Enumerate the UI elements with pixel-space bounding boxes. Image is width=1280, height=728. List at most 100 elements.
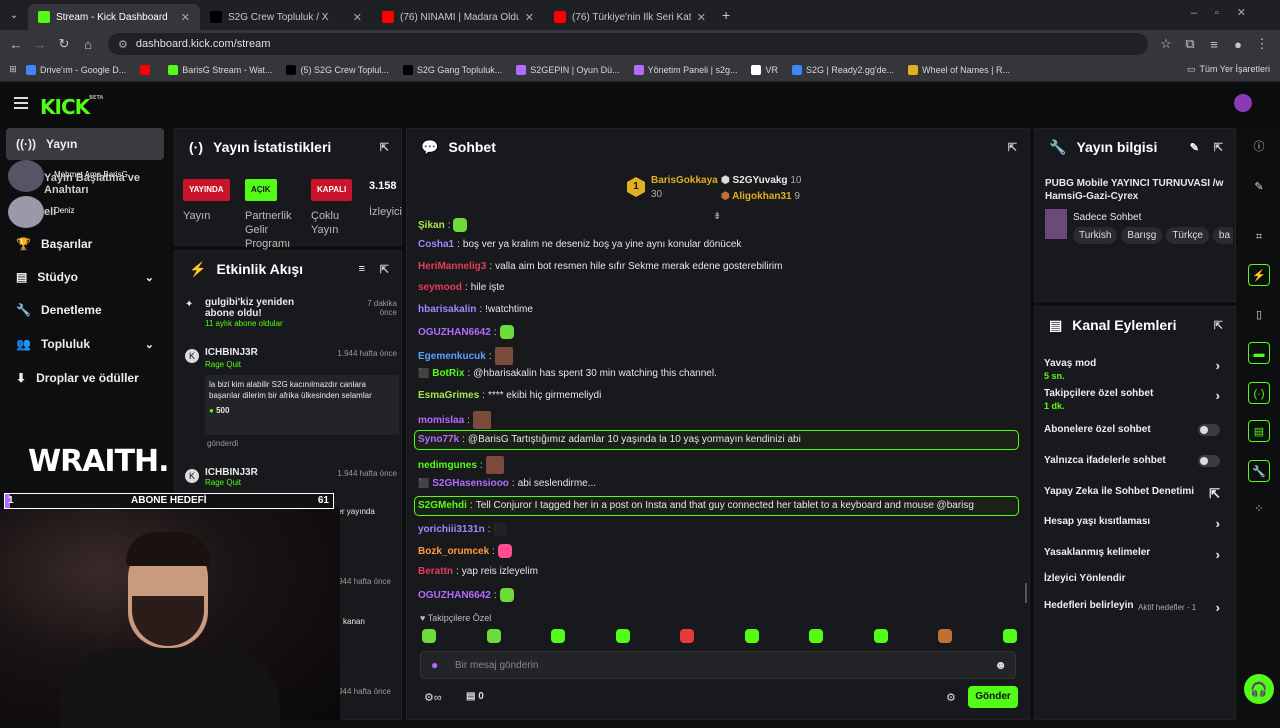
support-icon[interactable]: 🎧 xyxy=(1244,674,1274,704)
tab-close-icon[interactable]: ✕ xyxy=(353,11,362,24)
chat-username[interactable]: S2GMehdi xyxy=(418,500,467,511)
bookmark-item[interactable]: S2G Gang Topluluk... xyxy=(402,64,502,75)
leader-3[interactable]: ⬢ Aligokhan31 9 xyxy=(721,191,800,202)
list-icon[interactable]: ▤ xyxy=(1248,420,1270,442)
chat-username[interactable]: Egemenkucuk xyxy=(418,351,486,362)
chat-username[interactable]: momislaa xyxy=(418,415,464,426)
home-icon[interactable]: ⌂ xyxy=(76,37,100,52)
leader-name[interactable]: BarisGokkaya xyxy=(651,175,718,186)
bolt-icon[interactable]: ⚡ xyxy=(1248,264,1270,286)
tab-close-icon[interactable]: ✕ xyxy=(181,11,190,24)
bookmark-item[interactable]: VR xyxy=(751,64,778,75)
chat-username[interactable]: Cosha1 xyxy=(418,239,454,250)
all-bookmarks[interactable]: ▭ Tüm Yer İşaretleri xyxy=(1187,64,1270,75)
chat-username[interactable]: OGUZHAN6642 xyxy=(418,590,491,601)
stream-tag[interactable]: ba xyxy=(1212,227,1233,244)
emote-icon[interactable] xyxy=(873,629,888,643)
apps-icon[interactable]: ⊞ xyxy=(0,64,26,75)
bookmark-item[interactable]: (5) S2G Crew Toplul... xyxy=(286,64,389,75)
chat-username[interactable]: BotRix xyxy=(432,368,464,379)
wrench-icon[interactable]: 🔧 xyxy=(1248,460,1270,482)
bookmark-item[interactable]: Yönetim Paneli | s2g... xyxy=(633,64,737,75)
channel-action-row[interactable]: Hesap yaşı kısıtlaması › xyxy=(1044,516,1224,531)
channel-action-row[interactable]: Hedefleri belirleyin Aktif hedefler - 1 › xyxy=(1044,600,1224,615)
site-info-icon[interactable]: ⚙ xyxy=(118,38,128,51)
channel-action-row[interactable]: Yavaş mod 5 sn. › xyxy=(1044,358,1224,381)
kick-logo[interactable]: KICKBETA xyxy=(40,95,103,119)
pencil-icon[interactable]: ✎ xyxy=(1248,176,1270,198)
browser-tab[interactable]: Stream - Kick Dashboard ✕ xyxy=(28,4,200,30)
collapse-icon[interactable]: ⇟ xyxy=(713,211,721,222)
stream-tag[interactable]: Barışg xyxy=(1121,227,1163,244)
forward-icon[interactable]: → xyxy=(28,37,52,52)
nodes-icon[interactable]: ⁘ xyxy=(1248,498,1270,520)
emoji-icon[interactable]: ☻ xyxy=(994,658,1007,672)
popout-icon[interactable]: ⇱ xyxy=(380,141,389,154)
toggle-switch[interactable] xyxy=(1198,424,1220,436)
media-icon[interactable]: ≡ xyxy=(1202,37,1226,52)
chat-username[interactable]: hbarisakalin xyxy=(418,304,476,315)
emote-icon[interactable] xyxy=(744,629,759,643)
chat-username[interactable]: yorichiii3131n xyxy=(418,524,485,535)
tab-search-icon[interactable]: ⌄ xyxy=(0,10,28,21)
extensions-icon[interactable]: ⧉ xyxy=(1178,36,1202,52)
nav-studyo[interactable]: ▤ Stüdyo ⌄ xyxy=(6,261,164,293)
toggle-switch[interactable] xyxy=(1198,455,1220,467)
channel-action-row[interactable]: Yapay Zeka ile Sohbet Denetimi ⇱ xyxy=(1044,486,1224,501)
edit-icon[interactable]: ✎ xyxy=(1190,141,1199,154)
stream-tag[interactable]: Türkçe xyxy=(1166,227,1209,244)
window-controls[interactable]: –▫✕ xyxy=(1191,6,1264,19)
reload-icon[interactable]: ↻ xyxy=(52,36,76,52)
chat-input[interactable]: ● Bir mesaj gönderin ☻ xyxy=(420,651,1016,679)
bookmark-star-icon[interactable]: ☆ xyxy=(1154,36,1178,52)
bookmark-item[interactable]: Drive'ım - Google D... xyxy=(26,64,126,75)
bookmark-item[interactable]: S2G | Ready2.gg'de... xyxy=(791,64,894,75)
chat-username[interactable]: S2GHasensiooo xyxy=(432,478,509,489)
url-field[interactable]: ⚙ dashboard.kick.com/stream xyxy=(108,33,1148,55)
nav-denetleme[interactable]: 🔧 Denetleme xyxy=(6,294,164,326)
browser-tab[interactable]: (76) NİNAMİ | Madara Olduk #... ✕ xyxy=(372,4,544,30)
nav-droplar[interactable]: ⬇ Droplar ve ödüller xyxy=(6,362,164,394)
nav-topluluk[interactable]: 👥 Topluluk ⌄ xyxy=(6,328,164,360)
leader-2[interactable]: ⬢ S2GYuvakg 10 xyxy=(721,175,801,186)
menu-hamburger-icon[interactable] xyxy=(14,97,28,109)
popout-icon[interactable]: ⇱ xyxy=(1214,141,1223,154)
channel-action-row[interactable]: Abonelere özel sohbet xyxy=(1044,424,1224,436)
popout-icon[interactable]: ⇱ xyxy=(1008,141,1017,154)
bookmark-item[interactable]: S2GEPIN | Oyun Dü... xyxy=(516,64,620,75)
bookmark-item[interactable]: BarisG Stream - Wat... xyxy=(168,64,272,75)
chat-username[interactable]: OGUZHAN6642 xyxy=(418,327,491,338)
chat-settings-icon[interactable]: ⚙ xyxy=(946,691,956,704)
channel-action-row[interactable]: Takipçilere özel sohbet 1 dk. › xyxy=(1044,388,1224,411)
menu-icon[interactable]: ⋮ xyxy=(1250,36,1274,52)
channel-action-row[interactable]: Yalnızca ifadelerle sohbet xyxy=(1044,455,1224,467)
chat-scrollbar[interactable] xyxy=(1025,583,1027,603)
tab-close-icon[interactable]: ✕ xyxy=(697,11,706,24)
chat-username[interactable]: Berattn xyxy=(418,566,453,577)
popout-icon[interactable]: ⇱ xyxy=(380,263,389,276)
emote-icon[interactable] xyxy=(680,629,694,643)
chat-username[interactable]: seymood xyxy=(418,282,462,293)
chat-tools-icon[interactable]: ⚙∞ xyxy=(424,691,442,704)
popout-icon[interactable]: ⇱ xyxy=(1214,319,1223,332)
chat-username[interactable]: Syno77k xyxy=(418,434,459,445)
document-icon[interactable]: ▯ xyxy=(1248,304,1270,326)
broadcast-icon[interactable]: (·) xyxy=(1248,382,1270,404)
chat-username[interactable]: HeriMannelig3 xyxy=(418,261,486,272)
tab-close-icon[interactable]: ✕ xyxy=(525,11,534,24)
emote-icon[interactable] xyxy=(1002,629,1017,643)
chat-username[interactable]: nedimgunes xyxy=(418,460,477,471)
bookmark-item[interactable] xyxy=(140,64,154,75)
user-avatar[interactable] xyxy=(1234,94,1252,112)
browser-tab[interactable]: (76) Türkiye'nin İlk Seri Katili: Ad... ✕ xyxy=(544,4,716,30)
filter-icon[interactable]: ≡ xyxy=(359,263,365,275)
chat-icon[interactable]: ▬ xyxy=(1248,342,1270,364)
emote-icon[interactable] xyxy=(551,629,565,643)
info-icon[interactable]: ⓘ xyxy=(1248,136,1270,158)
crop-icon[interactable]: ⌗ xyxy=(1248,226,1270,248)
channel-action-row[interactable]: İzleyici Yönlendir xyxy=(1044,573,1224,584)
chat-username[interactable]: Şikan xyxy=(418,220,445,231)
new-tab-icon[interactable]: + xyxy=(722,7,730,23)
emote-icon[interactable] xyxy=(486,629,501,643)
emote-icon[interactable] xyxy=(422,629,436,643)
